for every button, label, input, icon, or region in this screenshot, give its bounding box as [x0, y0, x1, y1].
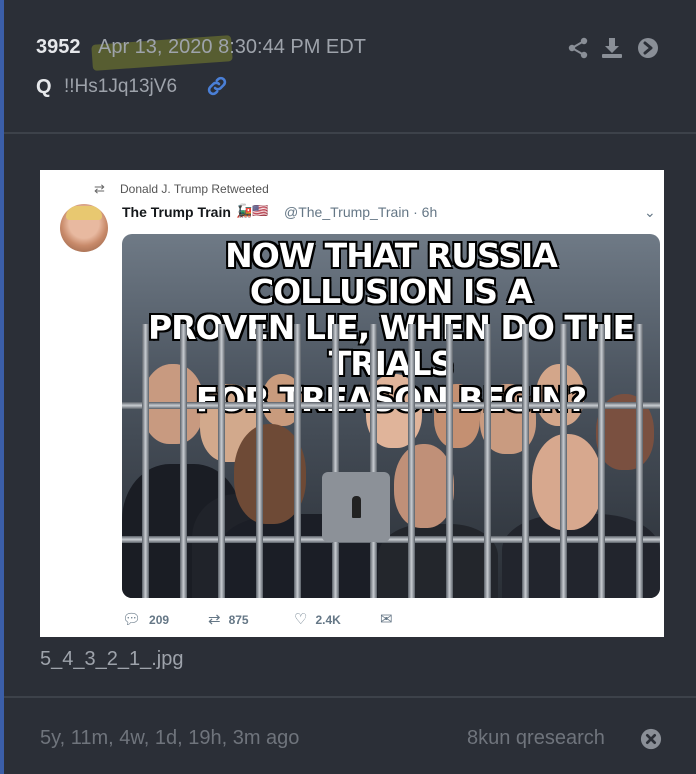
attachment-filename[interactable]: 5_4_3_2_1_.jpg — [40, 648, 183, 671]
message-action: ✉ — [380, 610, 401, 628]
retweet-icon: ⇄ — [208, 611, 221, 628]
attached-image[interactable]: ⇄ Donald J. Trump Retweeted The Trump Tr… — [40, 170, 664, 637]
avatar — [60, 204, 108, 252]
forward-icon[interactable] — [636, 36, 660, 60]
download-icon[interactable] — [600, 36, 624, 60]
header-divider — [4, 132, 696, 134]
like-count: 2.4K — [315, 613, 341, 627]
reply-count: 209 — [149, 613, 170, 627]
padlock-icon — [322, 472, 390, 542]
like-action: ♡ 2.4K — [294, 610, 341, 628]
reply-icon: 💬︎ — [122, 611, 142, 628]
post-author: Q — [36, 76, 52, 98]
reply-action: 💬︎ 209 — [122, 610, 169, 628]
tweet-author-name: The Trump Train — [122, 204, 231, 220]
post-header: 3952 Apr 13, 2020 8:30:44 PM EDT Q !!Hs1… — [0, 0, 696, 132]
link-icon[interactable] — [205, 74, 229, 98]
heart-icon: ♡ — [294, 611, 308, 628]
post-number[interactable]: 3952 — [36, 36, 81, 59]
retweet-action: ⇄ 875 — [208, 610, 249, 628]
share-icon[interactable] — [566, 36, 590, 60]
tweet-actions: 💬︎ 209 ⇄ 875 ♡ 2.4K ✉ — [122, 610, 662, 630]
retweeted-by-label: Donald J. Trump Retweeted — [120, 182, 269, 196]
retweet-icon: ⇄ — [94, 181, 105, 196]
retweet-count: 875 — [228, 613, 249, 627]
meme-caption: NOW THAT RUSSIA COLLUSION IS A PROVEN LI… — [147, 236, 635, 419]
chevron-down-icon: ⌄ — [644, 204, 656, 220]
footer-divider — [4, 696, 696, 698]
tweet-handle-time: @The_Trump_Train · 6h — [284, 204, 438, 220]
mail-icon: ✉ — [380, 611, 393, 628]
relative-time: 5y, 11m, 4w, 1d, 19h, 3m ago — [40, 727, 300, 749]
post-source[interactable]: 8kun qresearch — [467, 727, 605, 750]
post-date: Apr 13, 2020 8:30:44 PM EDT — [98, 36, 366, 58]
meme-image: NOW THAT RUSSIA COLLUSION IS A PROVEN LI… — [122, 234, 660, 598]
tweet-author-emoji: 🚂🇺🇸 — [236, 203, 269, 218]
close-icon[interactable] — [640, 728, 662, 750]
post-tripcode: !!Hs1Jq13jV6 — [64, 76, 178, 97]
